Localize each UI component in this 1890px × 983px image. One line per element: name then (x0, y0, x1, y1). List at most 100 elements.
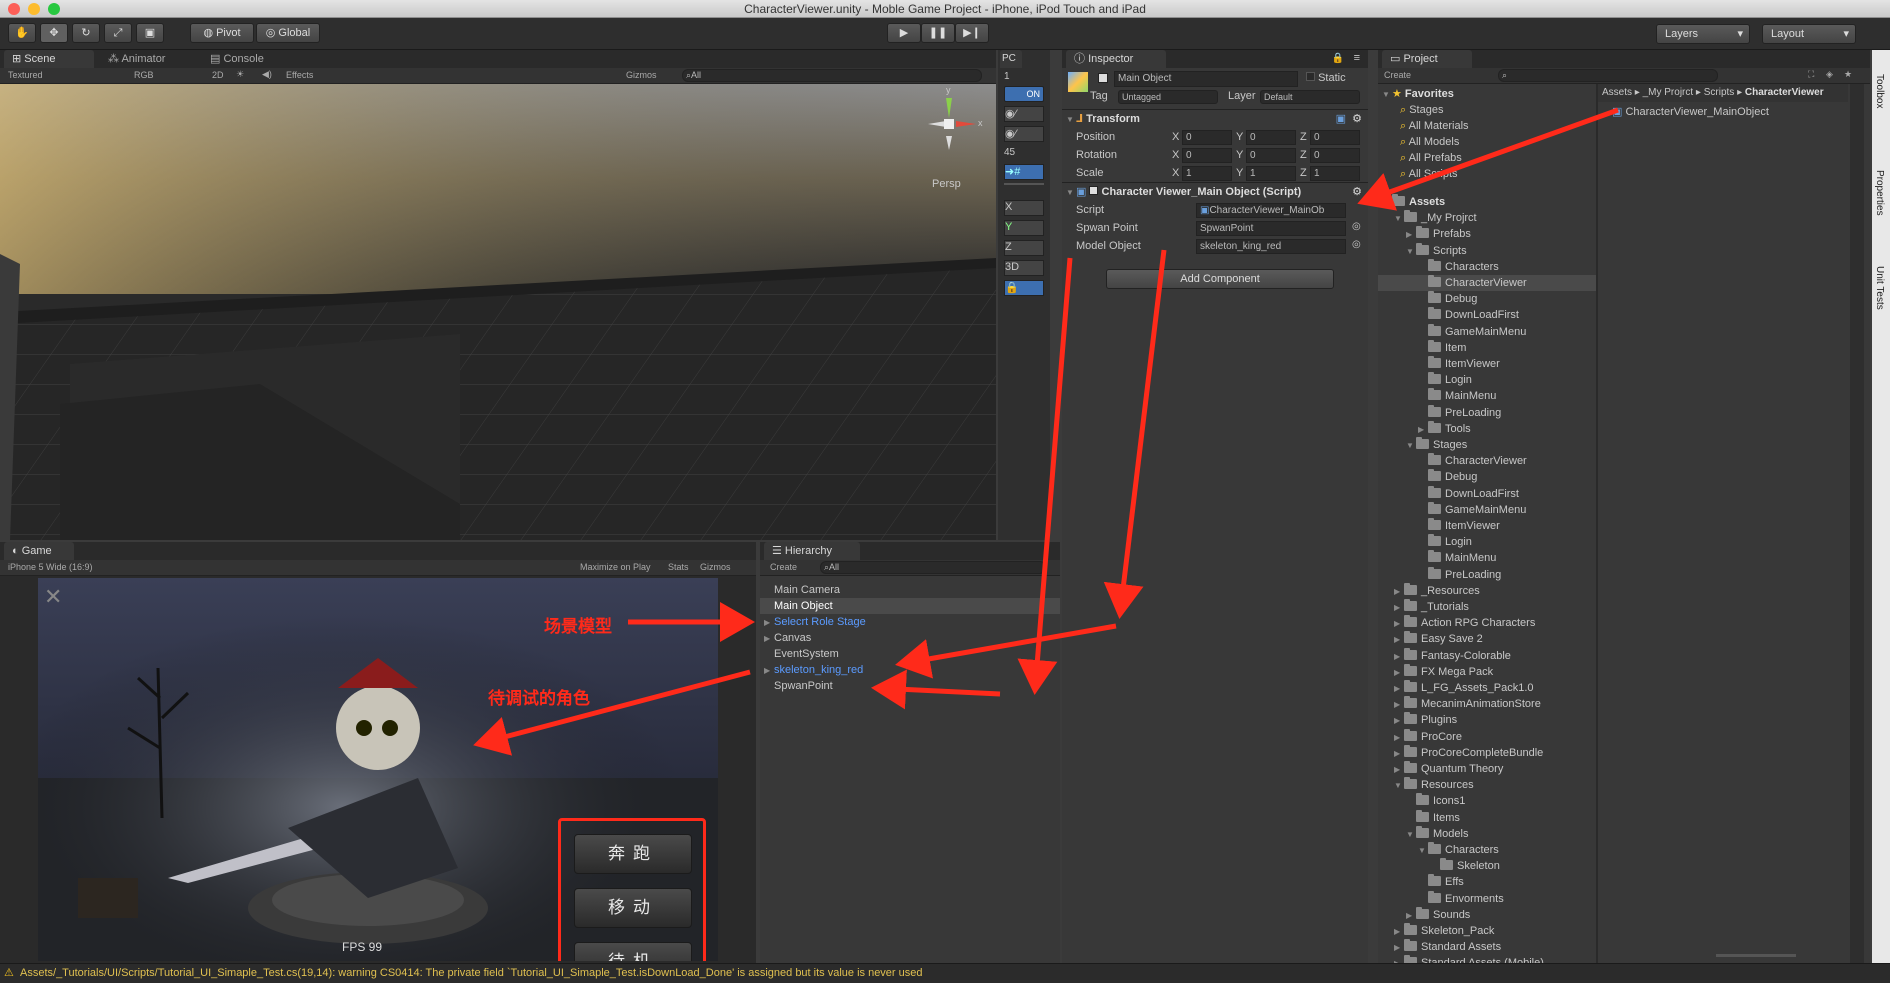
game-viewport[interactable]: ✕ FPS 99 奔跑 移动 待机 (38, 578, 718, 961)
foldout-open-icon[interactable]: ▼ (1394, 211, 1404, 227)
static-toggle[interactable]: Static (1306, 72, 1366, 84)
tree-folder-item[interactable]: CharacterViewer (1378, 453, 1596, 469)
tree-folder-item[interactable]: MainMenu (1378, 550, 1596, 566)
toolbox-tab[interactable]: Toolbox (1874, 74, 1885, 108)
breadcrumb-item[interactable]: Scripts (1704, 87, 1735, 98)
foldout-closed-icon[interactable]: ▶ (1394, 730, 1404, 746)
tree-folder-item[interactable]: ▶ Sounds (1378, 906, 1596, 924)
tag-dropdown[interactable]: Untagged (1118, 90, 1218, 104)
resolution-dropdown[interactable]: iPhone 5 Wide (16:9) (8, 562, 93, 572)
foldout-closed-icon[interactable]: ▶ (1394, 762, 1404, 778)
foldout-open-icon[interactable]: ▼ (1382, 195, 1392, 211)
scale-x-field[interactable]: 1 (1182, 166, 1232, 181)
object-picker-icon[interactable]: ◎ (1352, 221, 1361, 232)
scale-z-field[interactable]: 1 (1310, 166, 1360, 181)
gizmos-dropdown[interactable]: Gizmos (626, 70, 657, 80)
rotate-tool-button[interactable]: ↻ (72, 23, 100, 43)
tree-folder-item[interactable]: ▶ Prefabs (1378, 226, 1596, 242)
breadcrumb-item[interactable]: Assets (1602, 87, 1632, 98)
tree-folder-item[interactable]: DownLoadFirst (1378, 307, 1596, 323)
tree-folder-item[interactable]: ▶ _Tutorials (1378, 599, 1596, 615)
rotation-z-field[interactable]: 0 (1310, 148, 1360, 163)
project-scrollbar[interactable] (1850, 84, 1864, 963)
tree-folder-item[interactable]: ▶ Plugins (1378, 712, 1596, 728)
gear-icon[interactable]: ⚙ (1352, 185, 1362, 198)
play-button[interactable]: ▶ (887, 23, 921, 43)
tree-folder-item[interactable]: MainMenu (1378, 388, 1596, 404)
eye-toggle[interactable]: ◉⁄ (1004, 106, 1044, 122)
snap-toggle[interactable]: ➜# (1004, 164, 1044, 180)
tree-folder-item[interactable]: PreLoading (1378, 404, 1596, 421)
icon-size-slider[interactable] (1716, 954, 1796, 957)
rect-tool-button[interactable]: ▣ (136, 23, 164, 43)
tree-folder-item[interactable]: GameMainMenu (1378, 501, 1596, 518)
tab-scene[interactable]: ⊞ Scene (4, 50, 94, 68)
move-tool-button[interactable]: ✥ (40, 23, 68, 43)
tree-folder-item[interactable]: ▶ FX Mega Pack (1378, 663, 1596, 681)
layout-dropdown[interactable]: Layout ▾ (1762, 24, 1856, 44)
step-button[interactable]: ▶❙ (955, 23, 989, 43)
tree-folder-item[interactable]: Debug (1378, 469, 1596, 485)
favorites-header[interactable]: ▼ ★ Favorites (1382, 86, 1454, 102)
foldout-closed-icon[interactable]: ▶ (1394, 746, 1404, 762)
foldout-closed-icon[interactable]: ▶ (1394, 713, 1404, 729)
scene-viewport[interactable]: y x Persp (0, 84, 996, 540)
lock-toggle[interactable]: 🔒 (1004, 280, 1044, 296)
tree-folder-item[interactable]: Characters (1378, 258, 1596, 275)
filter-type-icon[interactable]: ⛶ (1808, 69, 1814, 80)
x-axis-toggle[interactable]: X (1004, 200, 1044, 216)
hierarchy-item[interactable]: ▶ Selecrt Role Stage (760, 614, 1060, 630)
scale-tool-button[interactable]: ⤢ (104, 23, 132, 43)
tree-folder-item[interactable]: ▶ _Resources (1378, 582, 1596, 600)
z-axis-toggle[interactable]: Z (1004, 240, 1044, 256)
tree-folder-item[interactable]: Item (1378, 339, 1596, 356)
active-checkbox[interactable] (1098, 73, 1108, 83)
tree-folder-item[interactable]: ▼ Stages (1378, 437, 1596, 453)
foldout-closed-icon[interactable]: ▶ (1394, 649, 1404, 665)
tree-folder-item[interactable]: Login (1378, 372, 1596, 388)
run-button[interactable]: 奔跑 (574, 834, 692, 874)
foldout-closed-icon[interactable]: ▶ (1394, 940, 1404, 956)
favorite-item[interactable]: ⌕ All Prefabs (1400, 150, 1462, 166)
script-field[interactable]: ▣CharacterViewer_MainOb (1196, 203, 1346, 218)
hand-tool-button[interactable]: ✋ (8, 23, 36, 43)
tree-folder-item[interactable]: ▶ Action RPG Characters (1378, 615, 1596, 631)
foldout-closed-icon[interactable]: ▶ (764, 631, 774, 647)
hierarchy-item[interactable]: ▶ skeleton_king_red (760, 662, 1060, 678)
foldout-closed-icon[interactable]: ▶ (1406, 908, 1416, 924)
tab-pc[interactable]: PC (1000, 50, 1022, 68)
foldout-closed-icon[interactable]: ▶ (1394, 665, 1404, 681)
hierarchy-search-input[interactable]: ⌕All (820, 561, 1046, 574)
foldout-open-icon[interactable]: ▼ (1406, 827, 1416, 843)
favorite-item[interactable]: ⌕ All Materials (1400, 118, 1469, 134)
foldout-closed-icon[interactable]: ▶ (1394, 584, 1404, 600)
game-gizmos-dropdown[interactable]: Gizmos (700, 562, 731, 572)
pivot-toggle[interactable]: ◍ Pivot (190, 23, 254, 43)
tab-console[interactable]: ▤ Console (202, 50, 302, 68)
favorite-item[interactable]: ⌕ All Scripts (1400, 166, 1458, 182)
tree-folder-item[interactable]: Icons1 (1378, 793, 1596, 809)
project-search-input[interactable]: ⌕ (1498, 69, 1718, 82)
y-axis-toggle[interactable]: Y (1004, 220, 1044, 236)
book-icon[interactable]: ▣ (1336, 112, 1346, 125)
foldout-closed-icon[interactable]: ▶ (1394, 600, 1404, 616)
pause-button[interactable]: ❚❚ (921, 23, 955, 43)
position-z-field[interactable]: 0 (1310, 130, 1360, 145)
object-picker-icon[interactable]: ◎ (1352, 239, 1361, 250)
project-create-dropdown[interactable]: Create (1384, 70, 1411, 80)
hierarchy-item[interactable]: EventSystem (760, 646, 1060, 662)
foldout-closed-icon[interactable]: ▶ (1394, 681, 1404, 697)
audio-icon[interactable]: ◀) (262, 69, 272, 80)
hierarchy-item[interactable]: Main Camera (760, 582, 1060, 598)
star-filter-icon[interactable]: ★ (1844, 69, 1852, 80)
foldout-closed-icon[interactable]: ▶ (1406, 227, 1416, 243)
spwan-point-field[interactable]: SpwanPoint (1196, 221, 1346, 236)
hierarchy-create-dropdown[interactable]: Create (770, 562, 797, 572)
eye-toggle-2[interactable]: ◉⁄ (1004, 126, 1044, 142)
tree-folder-item[interactable]: ▼ Characters (1378, 842, 1596, 858)
tree-folder-item[interactable]: Debug (1378, 291, 1596, 307)
tab-hierarchy[interactable]: ☰ Hierarchy (764, 542, 860, 560)
tree-folder-item[interactable]: ▶ Tools (1378, 420, 1596, 438)
foldout-closed-icon[interactable]: ▶ (1418, 422, 1428, 438)
idle-button[interactable]: 待机 (574, 942, 692, 961)
